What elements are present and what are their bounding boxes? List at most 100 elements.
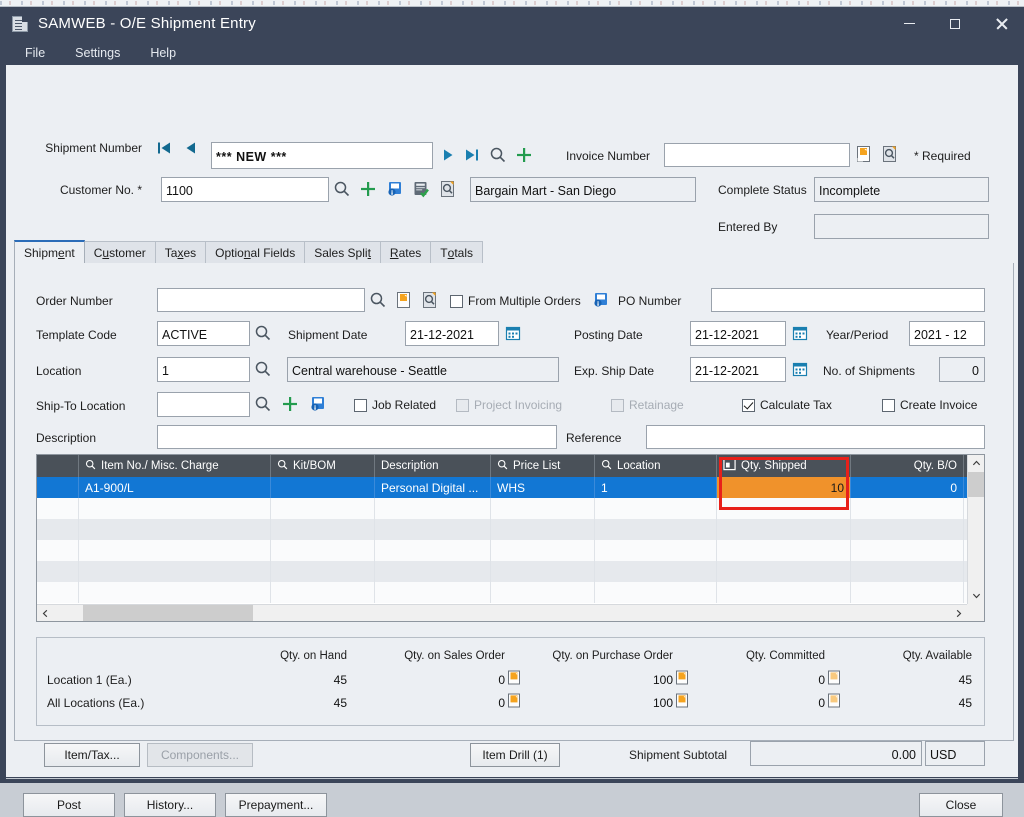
cell-qty-shipped[interactable]: 10 xyxy=(717,477,851,498)
ship-to-location-input[interactable] xyxy=(157,392,250,417)
location-search-icon[interactable] xyxy=(253,359,273,379)
grid-col-item-no[interactable]: Item No./ Misc. Charge xyxy=(79,455,271,477)
cell-empty[interactable] xyxy=(491,498,595,519)
cell-empty[interactable] xyxy=(851,582,964,603)
cell-empty[interactable] xyxy=(79,498,271,519)
scroll-down-icon[interactable] xyxy=(968,587,984,604)
cell-empty[interactable] xyxy=(375,582,491,603)
committed-drilldown-icon[interactable] xyxy=(827,670,843,686)
menu-file[interactable]: File xyxy=(14,43,56,63)
cell-empty[interactable] xyxy=(271,561,375,582)
shipment-number-search-icon[interactable] xyxy=(488,145,508,165)
calculate-tax-checkbox[interactable]: Calculate Tax xyxy=(742,398,832,412)
cell-empty[interactable] xyxy=(717,540,851,561)
scroll-left-icon[interactable] xyxy=(37,605,54,621)
grid-col-price-list[interactable]: Price List xyxy=(491,455,595,477)
shipment-date-calendar-icon[interactable] xyxy=(503,323,523,343)
last-record-icon[interactable] xyxy=(462,145,482,165)
row-selector-cell[interactable] xyxy=(37,540,79,561)
multiple-orders-info-icon[interactable] xyxy=(591,290,611,310)
from-multiple-orders-checkbox[interactable]: From Multiple Orders xyxy=(450,294,581,308)
tab-rates[interactable]: Rates xyxy=(379,241,432,263)
cell-empty[interactable] xyxy=(851,540,964,561)
cell-empty[interactable] xyxy=(271,540,375,561)
table-row-empty[interactable] xyxy=(37,561,984,582)
tab-optional-fields[interactable]: Optio n al Fields xyxy=(205,241,306,263)
exp-ship-date-calendar-icon[interactable] xyxy=(790,359,810,379)
menu-help[interactable]: Help xyxy=(139,43,187,63)
cell-empty[interactable] xyxy=(491,582,595,603)
grid-col-qty-bo[interactable]: Qty. B/O xyxy=(851,455,964,477)
grid-col-kit-bom[interactable]: Kit/BOM xyxy=(271,455,375,477)
order-drilldown-icon[interactable] xyxy=(394,290,414,310)
next-record-icon[interactable] xyxy=(438,145,458,165)
po-number-input[interactable] xyxy=(711,288,985,312)
order-inquiry-icon[interactable] xyxy=(420,290,440,310)
posting-date-input[interactable]: 21-12-2021 xyxy=(690,321,786,346)
grid-vscroll-thumb[interactable] xyxy=(968,472,984,497)
all-committed-drilldown-icon[interactable] xyxy=(827,693,843,709)
tab-shipment[interactable]: Shipm e nt xyxy=(14,240,85,263)
scroll-right-icon[interactable] xyxy=(950,605,967,621)
table-row[interactable]: A1-900/L Personal Digital ... WHS 1 10 0 xyxy=(37,477,984,498)
cell-empty[interactable] xyxy=(375,561,491,582)
post-button[interactable]: Post xyxy=(23,793,115,817)
posting-date-calendar-icon[interactable] xyxy=(790,323,810,343)
cell-empty[interactable] xyxy=(491,540,595,561)
create-invoice-checkbox[interactable]: Create Invoice xyxy=(882,398,977,412)
tab-totals[interactable]: To tals xyxy=(430,241,483,263)
first-record-icon[interactable] xyxy=(154,138,174,158)
grid-col-qty-shipped[interactable]: Qty. Shipped xyxy=(717,455,851,477)
scroll-up-icon[interactable] xyxy=(968,455,984,472)
history-button[interactable]: History... xyxy=(124,793,216,817)
cell-empty[interactable] xyxy=(271,582,375,603)
grid-horizontal-scrollbar[interactable] xyxy=(37,604,967,621)
tab-taxes[interactable]: Ta x es xyxy=(154,241,207,263)
shipment-date-input[interactable]: 21-12-2021 xyxy=(405,321,499,346)
table-row-empty[interactable] xyxy=(37,582,984,603)
customer-search-icon[interactable] xyxy=(332,179,352,199)
customer-info-icon[interactable] xyxy=(385,179,405,199)
item-tax-button[interactable]: Item/Tax... xyxy=(44,743,140,767)
cell-empty[interactable] xyxy=(79,540,271,561)
description-input[interactable] xyxy=(157,425,557,449)
table-row-empty[interactable] xyxy=(37,498,984,519)
ship-to-search-icon[interactable] xyxy=(253,394,273,414)
row-selector-cell[interactable] xyxy=(37,477,79,498)
new-shipment-plus-icon[interactable] xyxy=(514,145,534,165)
order-number-input[interactable] xyxy=(157,288,365,312)
cell-empty[interactable] xyxy=(851,561,964,582)
cell-empty[interactable] xyxy=(595,561,717,582)
menu-settings[interactable]: Settings xyxy=(64,43,131,63)
grid-hscroll-thumb[interactable] xyxy=(83,605,253,621)
cell-empty[interactable] xyxy=(375,519,491,540)
table-row-empty[interactable] xyxy=(37,540,984,561)
invoice-inquiry-icon[interactable] xyxy=(880,144,900,164)
cell-price-list[interactable]: WHS xyxy=(491,477,595,498)
exp-ship-date-input[interactable]: 21-12-2021 xyxy=(690,357,786,382)
customer-credit-check-icon[interactable] xyxy=(411,179,431,199)
location-input[interactable]: 1 xyxy=(157,357,250,382)
customer-inquiry-icon[interactable] xyxy=(438,179,458,199)
minimize-icon[interactable] xyxy=(886,7,932,40)
tab-customer[interactable]: Cu stomer xyxy=(83,241,156,263)
ship-to-add-icon[interactable] xyxy=(280,394,300,414)
year-period-input[interactable]: 2021 - 12 xyxy=(909,321,985,346)
template-code-input[interactable]: ACTIVE xyxy=(157,321,250,346)
cell-empty[interactable] xyxy=(491,561,595,582)
cell-empty[interactable] xyxy=(79,519,271,540)
cell-kit-bom[interactable] xyxy=(271,477,375,498)
cell-empty[interactable] xyxy=(79,561,271,582)
job-related-checkbox[interactable]: Job Related xyxy=(354,398,436,412)
cell-empty[interactable] xyxy=(851,498,964,519)
customer-add-icon[interactable] xyxy=(358,179,378,199)
cell-empty[interactable] xyxy=(717,582,851,603)
cell-empty[interactable] xyxy=(717,561,851,582)
grid-col-location[interactable]: Location xyxy=(595,455,717,477)
invoice-number-input[interactable] xyxy=(664,143,850,167)
customer-no-input[interactable]: 1100 xyxy=(161,177,329,202)
line-items-grid[interactable]: Item No./ Misc. Charge Kit/BOM Descripti… xyxy=(36,454,985,622)
cell-empty[interactable] xyxy=(375,540,491,561)
cell-empty[interactable] xyxy=(79,582,271,603)
cell-empty[interactable] xyxy=(717,498,851,519)
